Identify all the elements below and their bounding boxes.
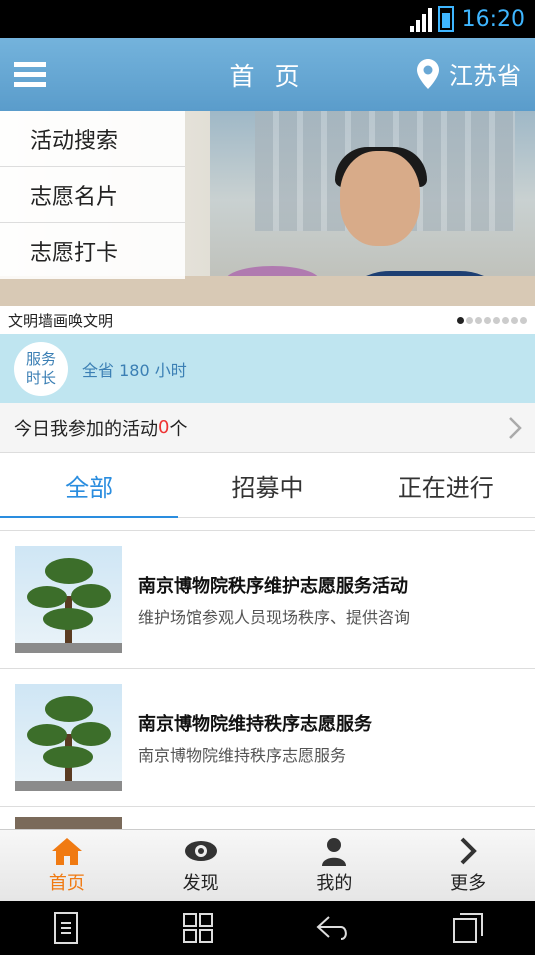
activity-title: 南京博物院秩序维护志愿服务活动 (138, 575, 408, 597)
battery-icon (437, 6, 454, 32)
banner-caption-bar: 文明墙画唤文明 (0, 306, 535, 334)
person-icon (322, 838, 347, 866)
clock: 16:20 (461, 6, 525, 32)
system-nav-bar (0, 901, 535, 955)
today-activities-row[interactable]: 今日我参加的活动 0 个 (0, 403, 535, 453)
location-label: 江苏省 (449, 62, 521, 90)
location-selector[interactable]: 江苏省 (417, 56, 521, 91)
tab-bar-mine[interactable]: 我的 (268, 830, 402, 901)
tab-bar-home[interactable]: 首页 (0, 830, 134, 901)
tab-bar-discover[interactable]: 发现 (134, 830, 268, 901)
tab-bar-more-label: 更多 (450, 873, 487, 894)
filter-tabs: 全部 招募中 正在进行 (0, 453, 535, 518)
service-hours-badge: 服务 时长 (14, 341, 68, 396)
tab-bar-home-label: 首页 (48, 873, 85, 894)
tab-bar-more[interactable]: 更多 (401, 830, 535, 901)
today-label: 今日我参加的活动 (14, 418, 158, 440)
side-menu: 活动搜索 志愿名片 志愿打卡 (0, 111, 185, 279)
tab-all[interactable]: 全部 (0, 453, 179, 518)
tab-bar-discover-label: 发现 (182, 873, 219, 894)
status-bar: 16:20 (0, 0, 535, 38)
home-icon (51, 838, 82, 865)
activity-thumbnail (15, 546, 122, 653)
tab-recruiting[interactable]: 招募中 (178, 453, 356, 517)
service-hours-bar: 服务 时长 全省 180 小时 (0, 334, 535, 403)
activity-title: 南京博物院维持秩序志愿服务 (138, 713, 372, 735)
tab-bar-mine-label: 我的 (316, 873, 353, 894)
service-hours-text: 全省 180 小时 (82, 360, 187, 380)
activity-subtitle: 维护场馆参观人员现场秩序、提供咨询 (138, 607, 411, 627)
menu-key-icon[interactable] (51, 911, 81, 945)
activity-subtitle: 南京博物院维持秩序志愿服务 (138, 745, 347, 765)
location-pin-icon (417, 58, 439, 89)
activity-thumbnail (15, 684, 122, 791)
list-item[interactable]: 南京博物院秩序维护志愿服务活动 维护场馆参观人员现场秩序、提供咨询 (0, 530, 535, 668)
signal-icon (409, 6, 432, 32)
tab-in-progress[interactable]: 正在进行 (357, 453, 535, 517)
bottom-tab-bar: 首页 发现 我的 更多 (0, 829, 535, 901)
side-menu-volunteer-card[interactable]: 志愿名片 (0, 167, 185, 223)
today-unit: 个 (169, 418, 188, 440)
chevron-right-icon (509, 417, 522, 439)
carousel-indicator (457, 316, 527, 324)
back-icon[interactable] (315, 913, 351, 943)
recent-apps-icon[interactable] (452, 912, 484, 944)
today-count: 0 (158, 417, 170, 438)
side-menu-volunteer-checkin[interactable]: 志愿打卡 (0, 223, 185, 279)
chevron-right-icon (460, 837, 477, 865)
banner-caption: 文明墙画唤文明 (8, 311, 114, 330)
eye-icon (184, 841, 217, 861)
app-header: 首 页 江苏省 (0, 38, 535, 111)
home-key-icon[interactable] (182, 912, 214, 944)
list-item[interactable]: 南京博物院维持秩序志愿服务 南京博物院维持秩序志愿服务 (0, 668, 535, 806)
activity-list: 南京博物院秩序维护志愿服务活动 维护场馆参观人员现场秩序、提供咨询 南京博物院维… (0, 530, 535, 847)
side-menu-activity-search[interactable]: 活动搜索 (0, 111, 185, 167)
menu-icon[interactable] (0, 38, 60, 111)
